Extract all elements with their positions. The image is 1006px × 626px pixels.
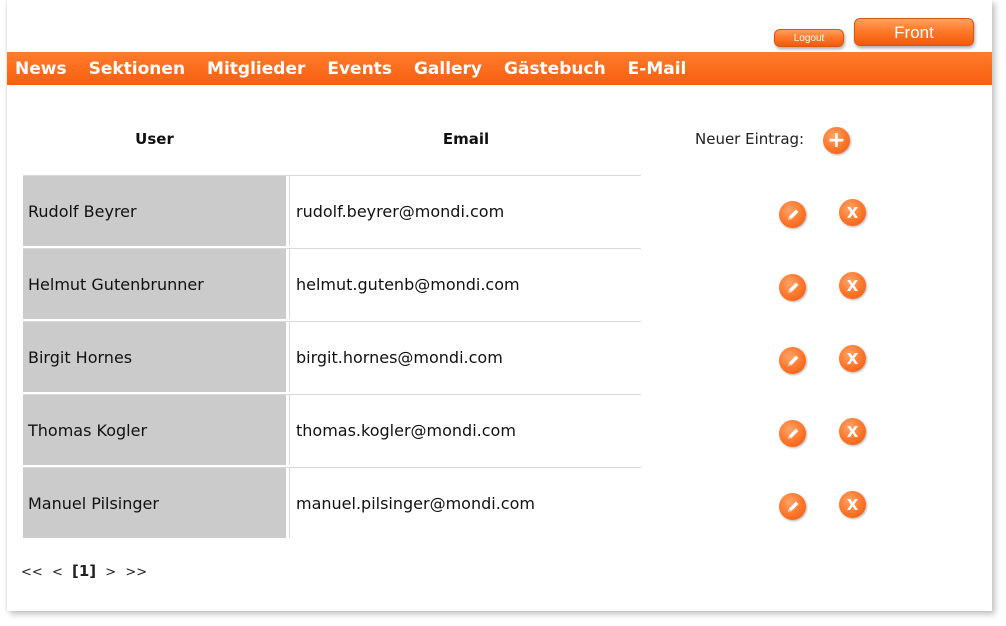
- pager-next-link[interactable]: >: [105, 565, 116, 580]
- email-cell: rudolf.beyrer@mondi.com: [289, 176, 641, 246]
- main-nav: News Sektionen Mitglieder Events Gallery…: [7, 52, 992, 85]
- x-icon[interactable]: X: [839, 272, 866, 299]
- pagination: << < [1] > >>: [21, 562, 152, 580]
- user-cell: Rudolf Beyrer: [23, 176, 286, 246]
- pager-last-link[interactable]: >>: [125, 565, 147, 580]
- nav-item-gallery[interactable]: Gallery: [414, 59, 482, 79]
- table-row: Rudolf Beyrer rudolf.beyrer@mondi.com X: [23, 175, 866, 246]
- nav-item-sektionen[interactable]: Sektionen: [89, 59, 185, 79]
- column-header-user: User: [135, 130, 174, 148]
- front-button[interactable]: Front: [854, 18, 974, 46]
- x-icon[interactable]: X: [839, 199, 866, 226]
- nav-item-events[interactable]: Events: [327, 59, 392, 79]
- pager-first-link[interactable]: <<: [21, 565, 43, 580]
- pager-prev-link[interactable]: <: [52, 565, 63, 580]
- pager-current-page: [1]: [71, 562, 97, 580]
- row-actions: X: [763, 322, 883, 392]
- pencil-icon[interactable]: [779, 201, 806, 228]
- row-actions: X: [763, 468, 883, 538]
- nav-item-mitglieder[interactable]: Mitglieder: [207, 59, 305, 79]
- nav-item-gaestebuch[interactable]: Gästebuch: [504, 59, 606, 79]
- table-row: Thomas Kogler thomas.kogler@mondi.com X: [23, 394, 866, 465]
- column-header-email: Email: [442, 130, 490, 148]
- pencil-icon[interactable]: [779, 274, 806, 301]
- user-cell: Helmut Gutenbrunner: [23, 249, 286, 319]
- email-cell: helmut.gutenb@mondi.com: [289, 249, 641, 319]
- table-row: Manuel Pilsinger manuel.pilsinger@mondi.…: [23, 467, 866, 538]
- row-actions: X: [763, 176, 883, 246]
- pencil-icon[interactable]: [779, 347, 806, 374]
- table-row: Helmut Gutenbrunner helmut.gutenb@mondi.…: [23, 248, 866, 319]
- user-table: Rudolf Beyrer rudolf.beyrer@mondi.com X …: [23, 175, 866, 540]
- x-icon[interactable]: X: [839, 345, 866, 372]
- x-icon[interactable]: X: [839, 491, 866, 518]
- pencil-icon[interactable]: [779, 493, 806, 520]
- user-cell: Birgit Hornes: [23, 322, 286, 392]
- x-icon[interactable]: X: [839, 418, 866, 445]
- pencil-icon[interactable]: [779, 420, 806, 447]
- email-cell: manuel.pilsinger@mondi.com: [289, 468, 641, 538]
- row-actions: X: [763, 249, 883, 319]
- page-frame: Logout Front News Sektionen Mitglieder E…: [7, 0, 992, 611]
- nav-item-news[interactable]: News: [15, 59, 67, 79]
- table-row: Birgit Hornes birgit.hornes@mondi.com X: [23, 321, 866, 392]
- row-actions: X: [763, 395, 883, 465]
- logout-button[interactable]: Logout: [774, 29, 844, 47]
- plus-icon[interactable]: +: [823, 127, 850, 154]
- nav-item-email[interactable]: E-Mail: [628, 59, 687, 79]
- user-cell: Thomas Kogler: [23, 395, 286, 465]
- email-cell: thomas.kogler@mondi.com: [289, 395, 641, 465]
- new-entry-label: Neuer Eintrag:: [695, 130, 805, 148]
- email-cell: birgit.hornes@mondi.com: [289, 322, 641, 392]
- user-cell: Manuel Pilsinger: [23, 468, 286, 538]
